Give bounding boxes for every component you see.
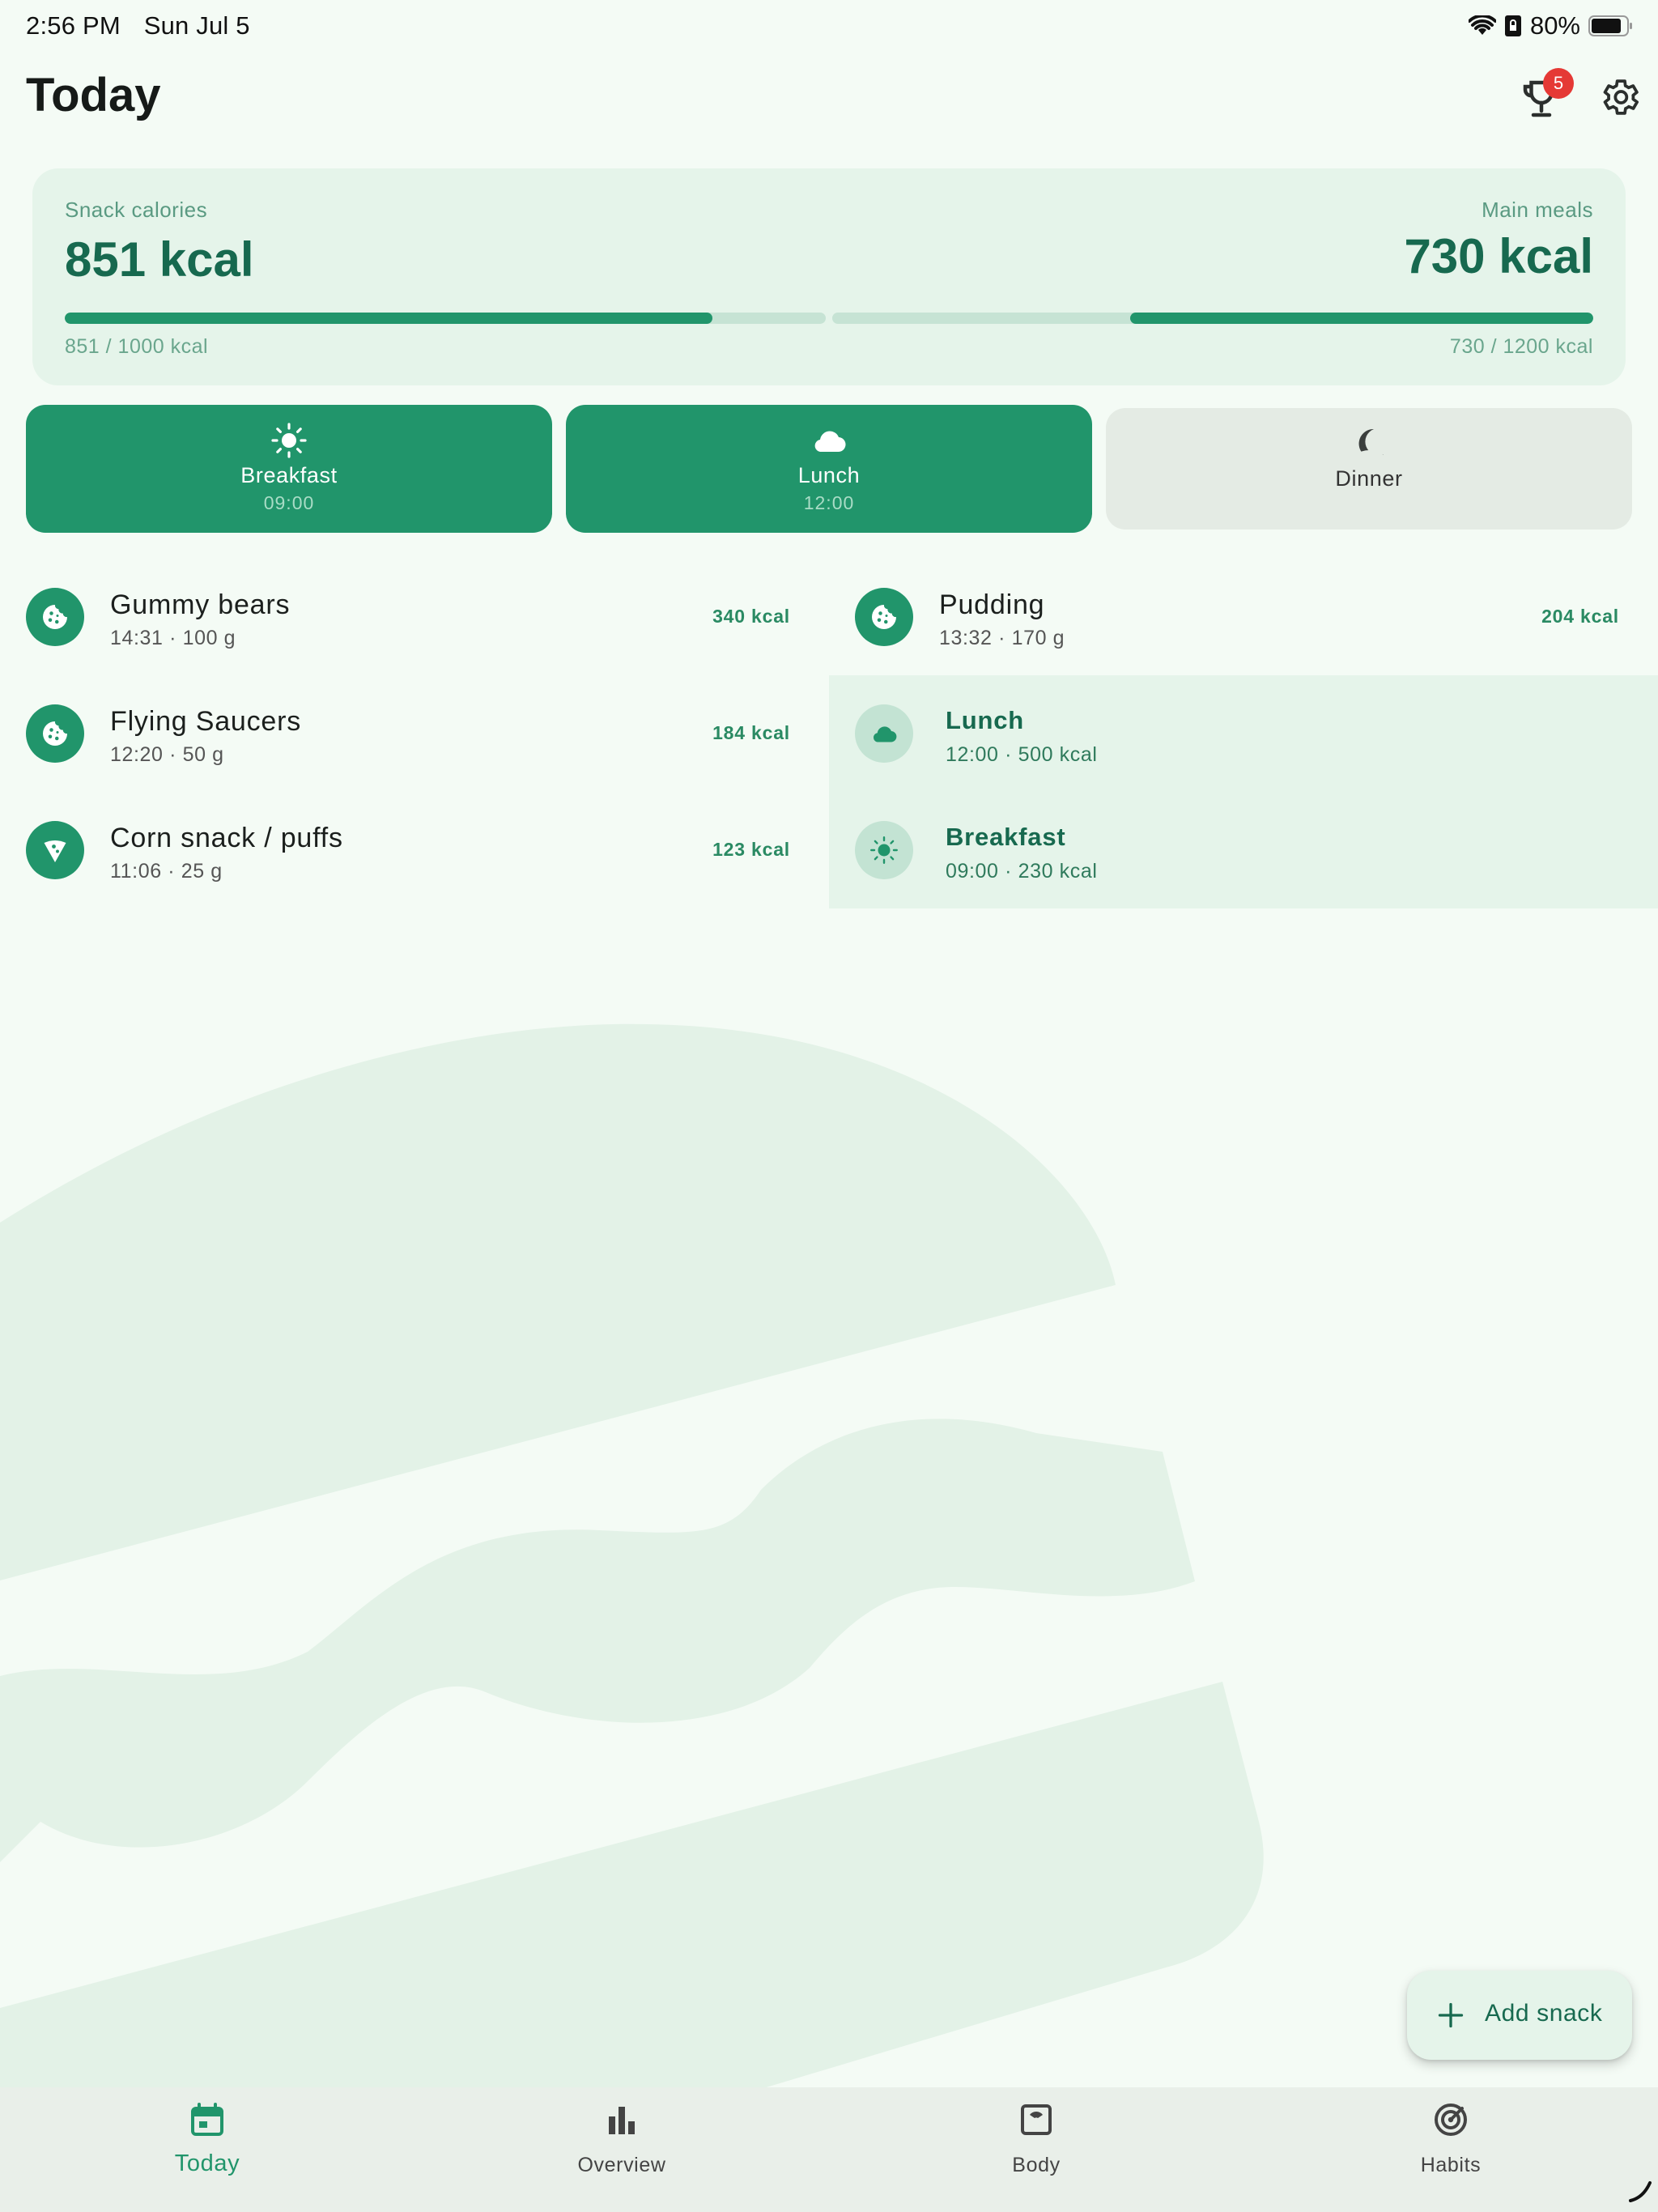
bottom-navigation: Today Overview Body Habits [0,2087,1658,2212]
main-meals-goal: 730 / 1200 kcal [1449,335,1593,358]
calendar-icon [191,2103,223,2136]
nav-overview[interactable]: Overview [414,2087,829,2212]
battery-percent: 80% [1529,11,1580,40]
nav-today[interactable]: Today [0,2087,414,2212]
entry-details: 11:06 · 25 g [110,860,223,883]
snack-calories-value: 851 kcal [65,232,254,287]
scale-icon [1021,2104,1052,2135]
list-item[interactable]: Flying Saucers 12:20 · 50 g 184 kcal [26,675,790,792]
entry-name: Pudding [939,589,1045,620]
dinner-meal-button[interactable]: Dinner [1106,408,1632,530]
entry-kcal: 340 kcal [712,606,790,627]
entry-details: 14:31 · 100 g [110,627,236,649]
cookie-icon [26,588,84,646]
moon-icon [1354,428,1384,458]
add-snack-label: Add snack [1485,2000,1603,2027]
achievement-count-badge: 5 [1543,68,1574,99]
sun-icon [855,821,913,879]
cloud-icon [814,431,846,453]
nav-label: Habits [1420,2154,1482,2176]
battery-icon [1588,15,1632,36]
meal-list-item[interactable]: Breakfast 09:00 · 230 kcal [855,792,1619,908]
background-burger-art [0,1023,1264,2089]
sun-icon [271,423,307,458]
meal-time: 09:00 [263,492,315,513]
entry-details: 13:32 · 170 g [939,627,1065,649]
calorie-summary-card: Snack calories 851 kcal Main meals 730 k… [32,168,1626,385]
add-snack-button[interactable]: Add snack [1407,1971,1632,2060]
entry-name: Breakfast [946,823,1066,851]
pizza-icon [26,821,84,879]
breakfast-meal-button[interactable]: Breakfast 09:00 [26,405,552,533]
entry-details: 12:20 · 50 g [110,743,224,766]
snack-progress-bar [65,313,826,324]
entry-kcal: 204 kcal [1541,606,1619,627]
meal-name: Breakfast [240,463,338,487]
portrait-lock-icon [1504,15,1521,36]
main-meals-progress-fill [1130,313,1593,324]
nav-label: Overview [577,2154,666,2176]
entry-details: 12:00 · 500 kcal [946,743,1098,766]
entry-name: Corn snack / puffs [110,823,343,853]
page-title: Today [26,69,161,121]
cookie-icon [855,588,913,646]
meal-time: 12:00 [803,492,855,513]
wifi-icon [1468,15,1496,35]
entry-details: 09:00 · 230 kcal [946,860,1098,883]
status-time: 2:56 PM [26,11,121,40]
meal-list-item[interactable]: Lunch 12:00 · 500 kcal [855,675,1619,792]
main-meals-label: Main meals [1482,198,1593,222]
list-item[interactable]: Corn snack / puffs 11:06 · 25 g 123 kcal [26,792,790,908]
nav-body[interactable]: Body [829,2087,1244,2212]
nav-label: Body [1012,2154,1061,2176]
entry-name: Gummy bears [110,589,291,620]
entry-name: Flying Saucers [110,706,302,737]
lunch-meal-button[interactable]: Lunch 12:00 [566,405,1092,533]
cookie-icon [26,704,84,763]
target-icon [1435,2104,1467,2136]
meal-name: Lunch [797,463,861,487]
main-meals-value: 730 kcal [1404,229,1593,283]
nav-label: Today [174,2150,240,2176]
list-item[interactable]: Gummy bears 14:31 · 100 g 340 kcal [26,559,790,675]
snack-calories-goal: 851 / 1000 kcal [65,335,209,358]
gear-icon[interactable] [1596,74,1642,120]
bar-chart-icon [609,2107,635,2134]
entry-kcal: 184 kcal [712,722,790,743]
main-meals-progress-bar [832,313,1593,324]
list-item[interactable]: Pudding 13:32 · 170 g 204 kcal [855,559,1619,675]
nav-habits[interactable]: Habits [1244,2087,1658,2212]
scroll-indicator-icon [1629,2181,1652,2202]
cloud-icon [855,704,913,763]
status-bar: 2:56 PM Sun Jul 5 80% [0,0,1658,52]
snack-progress-fill [65,313,712,324]
snack-calories-label: Snack calories [65,198,208,222]
status-date: Sun Jul 5 [143,11,250,40]
plus-icon [1438,2002,1464,2028]
entry-name: Lunch [946,706,1024,734]
entry-kcal: 123 kcal [712,839,790,860]
meal-name: Dinner [1335,466,1403,491]
